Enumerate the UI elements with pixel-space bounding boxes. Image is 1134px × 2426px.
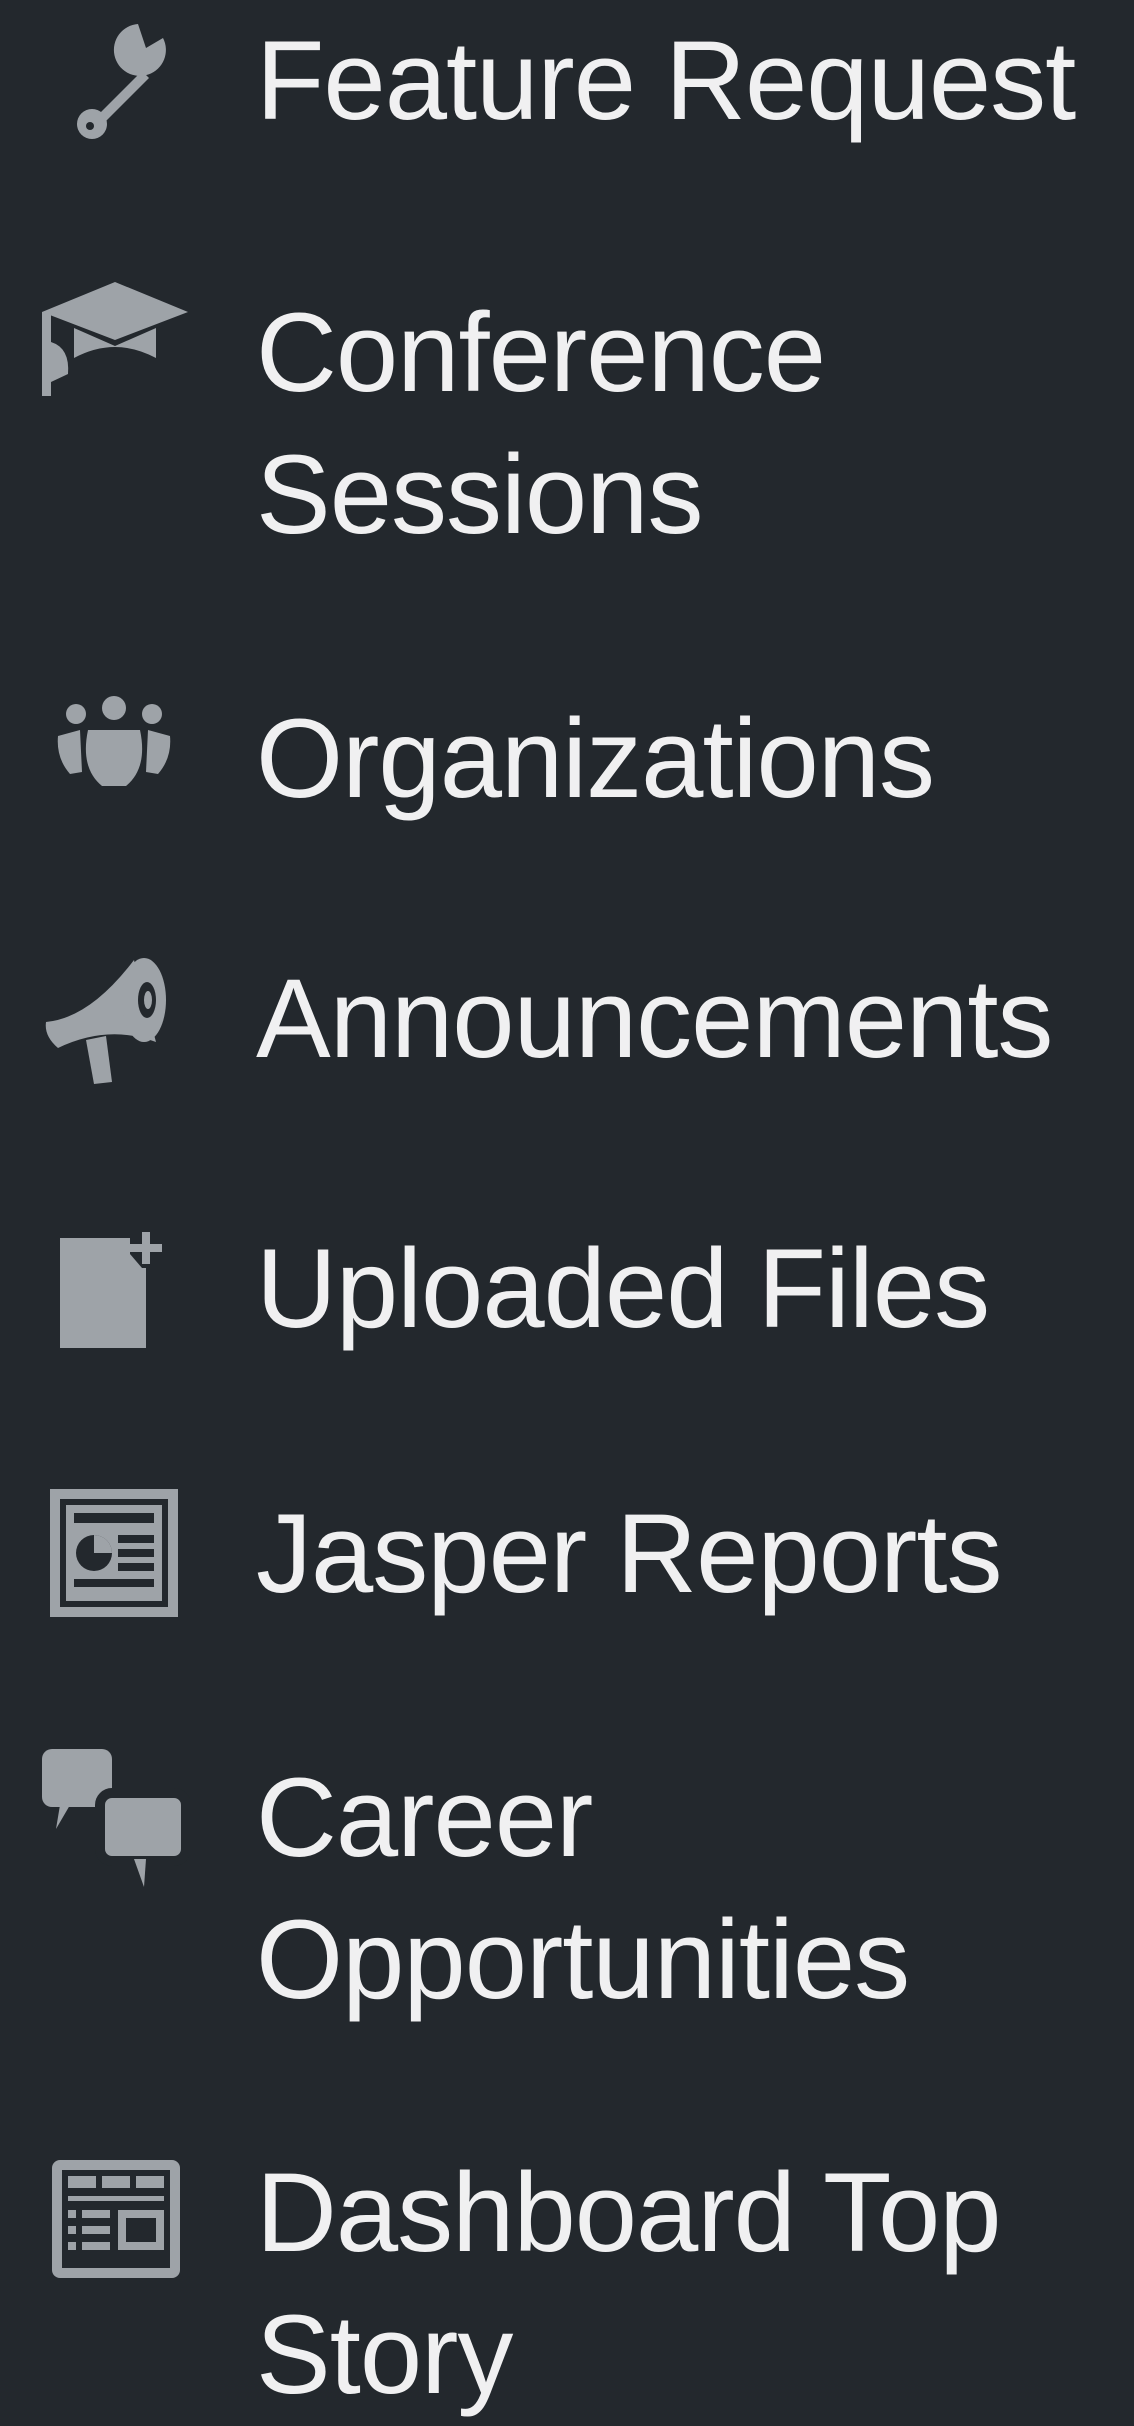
sidebar-item-label: Uploaded Files	[256, 1226, 990, 1351]
graduation-cap-icon	[30, 270, 190, 430]
sidebar-item-uploaded-files[interactable]: Uploaded Files	[0, 1200, 1134, 1370]
sidebar-item-label: Career Opportunities	[256, 1755, 910, 2022]
megaphone-icon	[30, 940, 190, 1100]
groups-icon	[30, 680, 190, 840]
chat-bubbles-icon	[30, 1735, 190, 1895]
sidebar-item-label: Feature Request	[256, 18, 1076, 143]
sidebar-item-feature-request[interactable]: Feature Request	[0, 0, 1134, 170]
sidebar-item-label: Organizations	[256, 696, 935, 821]
wrench-icon	[30, 0, 190, 160]
sidebar-item-label: Dashboard Top Story	[256, 2150, 1002, 2417]
sidebar-item-announcements[interactable]: Announcements	[0, 930, 1134, 1100]
sidebar-item-conference-sessions[interactable]: Conference Sessions	[0, 270, 1134, 570]
layout-grid-icon	[30, 2130, 190, 2290]
sidebar-item-career-opportunities[interactable]: Career Opportunities	[0, 1735, 1134, 2035]
id-card-chart-icon	[30, 1475, 190, 1635]
media-document-icon	[30, 1210, 190, 1370]
sidebar-item-label: Jasper Reports	[256, 1491, 1002, 1616]
sidebar-item-dashboard-top-story[interactable]: Dashboard Top Story	[0, 2130, 1134, 2424]
sidebar-item-label: Conference Sessions	[256, 290, 826, 557]
sidebar-item-label: Announcements	[256, 956, 1053, 1081]
admin-sidebar-menu: Feature Request Conference Sessions Orga…	[0, 0, 1134, 2424]
sidebar-item-organizations[interactable]: Organizations	[0, 670, 1134, 840]
sidebar-item-jasper-reports[interactable]: Jasper Reports	[0, 1465, 1134, 1635]
